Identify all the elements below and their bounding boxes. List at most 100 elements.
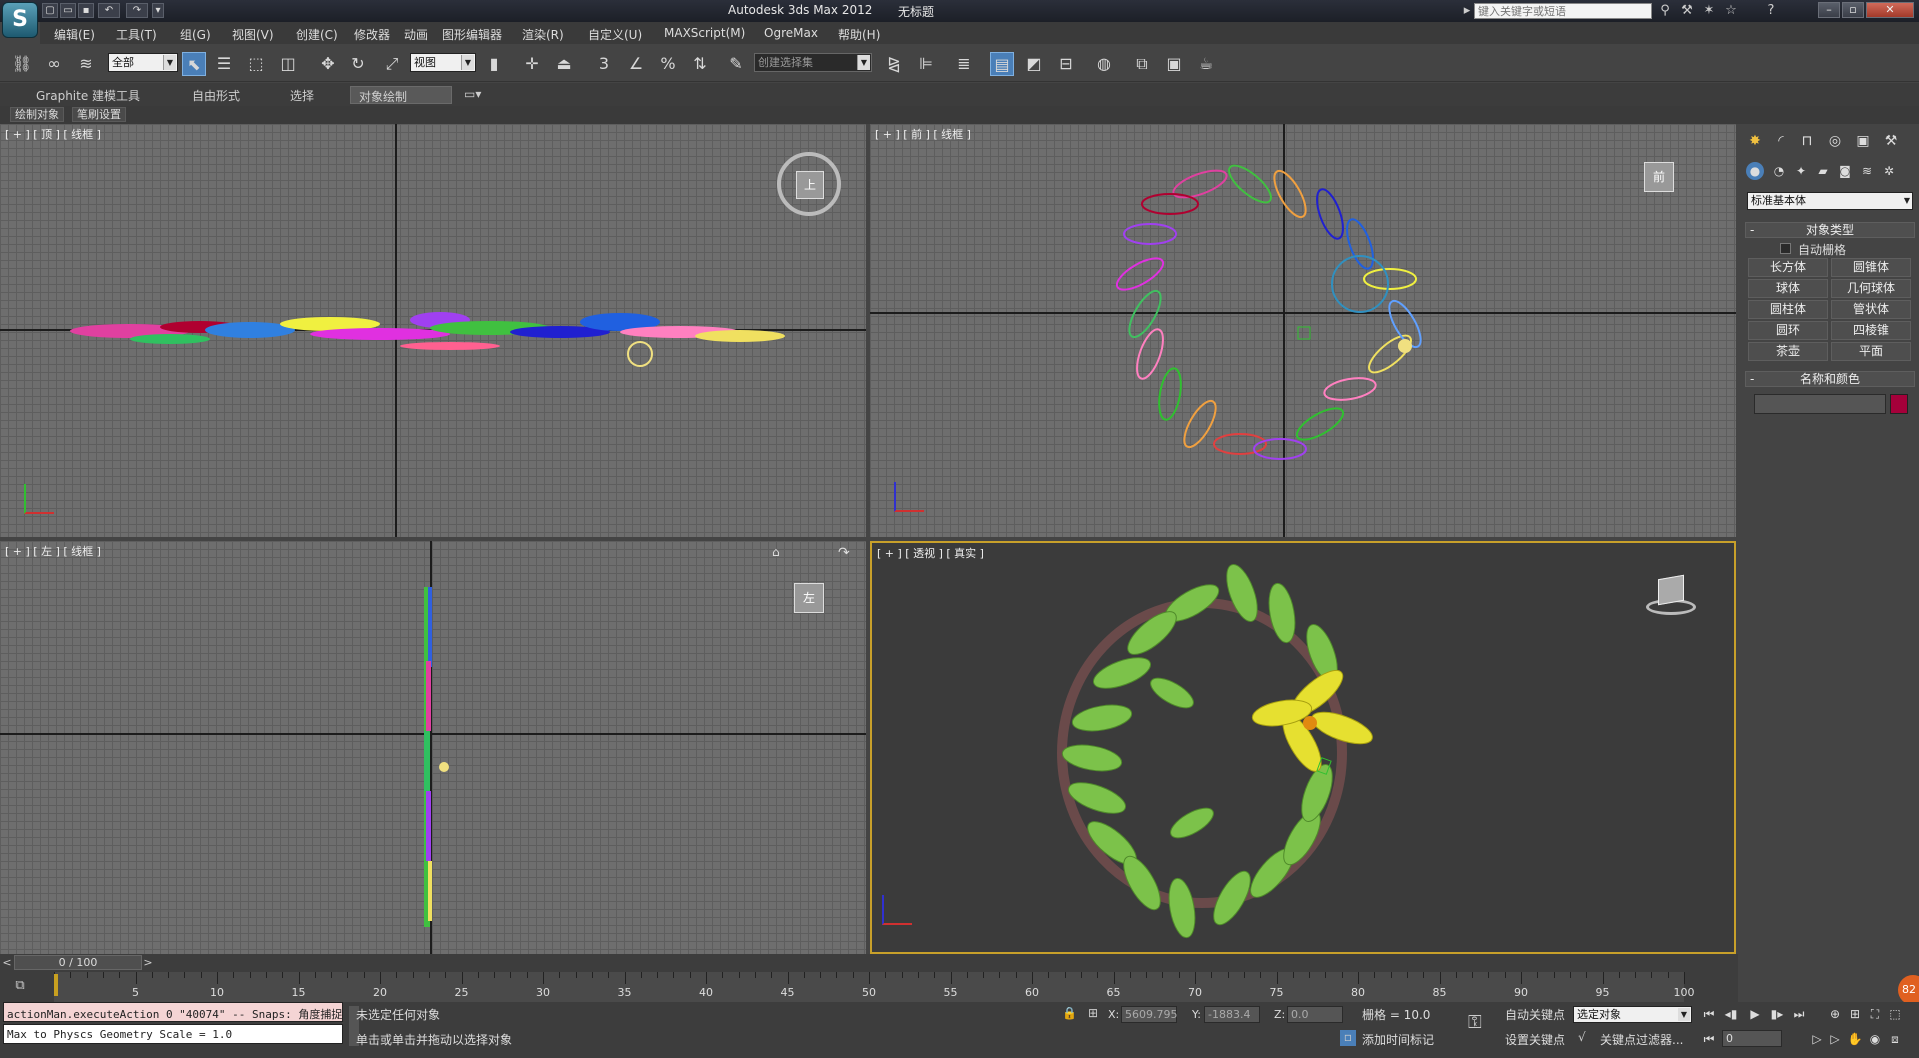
cameras-icon[interactable]: ▰ xyxy=(1814,162,1832,180)
rotate-icon[interactable]: ↻ xyxy=(346,52,370,76)
set-key-button[interactable]: 设置关键点 xyxy=(1505,1031,1565,1048)
time-slider-thumb[interactable]: 0 / 100 xyxy=(14,955,142,970)
space-warps-icon[interactable]: ≋ xyxy=(1858,162,1876,180)
keyboard-shortcut-icon[interactable]: ⏏ xyxy=(552,52,576,76)
save-icon[interactable]: ▪ xyxy=(78,3,94,18)
teapot-button[interactable]: 茶壶 xyxy=(1748,342,1828,361)
time-tag-icon[interactable]: ▫ xyxy=(1340,1030,1356,1046)
track-ruler[interactable]: 5 10 15 20 25 30 35 40 45 50 55 60 65 70 75 80 85 90 95 100 xyxy=(54,972,1695,1002)
hierarchy-tab-icon[interactable]: ⊓ xyxy=(1796,130,1818,152)
snaps-toggle-icon[interactable]: 3 xyxy=(592,52,616,76)
move-icon[interactable]: ✥ xyxy=(316,52,340,76)
redo-icon[interactable]: ↷ xyxy=(126,3,148,18)
menu-tools[interactable]: 工具(T) xyxy=(116,26,157,43)
minimize-button[interactable]: – xyxy=(1818,2,1840,18)
maxscript-listener-output[interactable]: actionMan.executeAction 0 "40074" -- Sna… xyxy=(3,1002,343,1022)
sphere-button[interactable]: 球体 xyxy=(1748,279,1828,298)
mirror-icon[interactable]: ⧎ xyxy=(882,52,906,76)
utilities-tab-icon[interactable]: ⚒ xyxy=(1880,130,1902,152)
render-setup-icon[interactable]: ⧉ xyxy=(1130,52,1154,76)
tube-button[interactable]: 管状体 xyxy=(1831,300,1911,319)
viewport-top[interactable]: [ + ] [ 顶 ] [ 线框 ] 上 xyxy=(0,124,866,537)
menu-help[interactable]: 帮助(H) xyxy=(838,26,880,43)
key-mode-dropdown[interactable]: 选定对象 ▼ xyxy=(1573,1006,1692,1023)
add-time-tag[interactable]: 添加时间标记 xyxy=(1362,1031,1434,1048)
edit-named-selection-icon[interactable]: ✎ xyxy=(724,52,748,76)
lock-icon[interactable]: 🔒 xyxy=(1062,1006,1077,1020)
window-crossing-icon[interactable]: ◫ xyxy=(276,52,300,76)
lights-icon[interactable]: ✦ xyxy=(1792,162,1810,180)
current-frame-field[interactable]: 0 xyxy=(1722,1030,1782,1047)
zoom-icon[interactable]: ⊕ xyxy=(1826,1005,1844,1023)
tab-object-paint[interactable]: 对象绘制 xyxy=(350,86,452,104)
pyramid-button[interactable]: 四棱锥 xyxy=(1831,321,1911,340)
field-of-view-icon[interactable]: ▷ xyxy=(1826,1030,1844,1048)
play-icon[interactable]: ▶ xyxy=(1746,1005,1764,1023)
maximize-viewport-icon[interactable]: ⧈ xyxy=(1886,1030,1904,1048)
plane-button[interactable]: 平面 xyxy=(1831,342,1911,361)
subtab-brush-settings[interactable]: 笔刷设置 xyxy=(72,107,126,122)
pan-icon[interactable]: ✋ xyxy=(1846,1030,1864,1048)
scale-icon[interactable]: ⤢ xyxy=(380,52,404,76)
zoom-extents-all-icon[interactable]: ⬚ xyxy=(1886,1005,1904,1023)
viewport-left[interactable]: [ + ] [ 左 ] [ 线框 ] ⌂ ↷ 左 xyxy=(0,541,866,954)
search-input[interactable] xyxy=(1474,3,1652,19)
unlink-icon[interactable]: ∞ xyxy=(42,52,66,76)
tab-graphite-modeling[interactable]: Graphite 建模工具 xyxy=(28,86,148,104)
subscription-icon[interactable]: ⚒ xyxy=(1678,2,1696,20)
chevron-left-icon[interactable]: < xyxy=(1,955,13,970)
align-icon[interactable]: ⊫ xyxy=(914,52,938,76)
go-to-end-icon[interactable]: ⏭ xyxy=(1790,1005,1808,1023)
create-tab-icon[interactable]: ✸ xyxy=(1744,130,1766,152)
key-mode-toggle-icon[interactable]: ⏮ xyxy=(1700,1030,1718,1048)
object-category-dropdown[interactable]: 标准基本体 ▼ xyxy=(1747,192,1913,210)
absolute-mode-icon[interactable]: ⊞ xyxy=(1088,1006,1098,1020)
maximize-button[interactable]: ▫ xyxy=(1842,2,1864,18)
modify-tab-icon[interactable]: ◜ xyxy=(1770,130,1792,152)
orbit-icon[interactable]: ◉ xyxy=(1866,1030,1884,1048)
notification-badge[interactable]: 82 xyxy=(1898,975,1919,1005)
select-object-icon[interactable]: ⬉ xyxy=(182,52,206,76)
object-color-swatch[interactable] xyxy=(1890,394,1908,414)
cone-button[interactable]: 圆锥体 xyxy=(1831,258,1911,277)
open-folder-icon[interactable]: ▭ xyxy=(60,3,76,18)
torus-button[interactable]: 圆环 xyxy=(1748,321,1828,340)
percent-snap-icon[interactable]: % xyxy=(656,52,680,76)
time-config-icon[interactable]: ▷ xyxy=(1808,1030,1826,1048)
menu-maxscript[interactable]: MAXScript(M) xyxy=(664,26,745,40)
selection-filter-dropdown[interactable]: 全部 ▼ xyxy=(108,53,178,72)
ribbon-options-icon[interactable]: ▭▾ xyxy=(456,86,489,104)
select-manipulate-icon[interactable]: ✛ xyxy=(520,52,544,76)
chevron-right-icon[interactable]: > xyxy=(142,955,154,970)
current-frame-marker[interactable] xyxy=(54,974,58,996)
object-name-input[interactable] xyxy=(1754,394,1886,414)
systems-icon[interactable]: ✲ xyxy=(1880,162,1898,180)
menu-ogremax[interactable]: OgreMax xyxy=(764,26,818,40)
menu-modifiers[interactable]: 修改器 xyxy=(354,26,390,43)
menu-create[interactable]: 创建(C) xyxy=(296,26,338,43)
go-to-start-icon[interactable]: ⏮ xyxy=(1700,1005,1718,1023)
display-tab-icon[interactable]: ▣ xyxy=(1852,130,1874,152)
help-icon[interactable]: ? xyxy=(1762,2,1780,20)
layer-manager-icon[interactable]: ≣ xyxy=(952,52,976,76)
mini-curve-editor-icon[interactable]: ⧉ xyxy=(10,978,30,996)
x-coordinate-field[interactable]: 5609.795 xyxy=(1121,1006,1178,1023)
menu-rendering[interactable]: 渲染(R) xyxy=(522,26,564,43)
previous-frame-icon[interactable]: ◂▮ xyxy=(1722,1005,1740,1023)
new-file-icon[interactable]: ▢ xyxy=(42,3,58,18)
set-key-icon[interactable]: ⚿ xyxy=(1468,1012,1482,1033)
key-filters-button[interactable]: 关键点过滤器... xyxy=(1600,1031,1683,1048)
schematic-view-icon[interactable]: ⊟ xyxy=(1054,52,1078,76)
select-by-name-icon[interactable]: ☰ xyxy=(212,52,236,76)
rollout-name-color[interactable]: - 名称和颜色 xyxy=(1745,371,1915,387)
tab-selection[interactable]: 选择 xyxy=(282,86,322,104)
track-bar[interactable]: ⧉ 5 10 15 20 25 30 35 40 45 50 55 60 65 70 75 80 85 90 95 1… xyxy=(0,972,1738,1002)
menu-edit[interactable]: 编辑(E) xyxy=(54,26,95,43)
tab-freeform[interactable]: 自由形式 xyxy=(184,86,248,104)
geometry-icon[interactable]: ● xyxy=(1746,162,1764,180)
rollout-object-type[interactable]: - 对象类型 xyxy=(1745,222,1915,238)
close-button[interactable]: ✕ xyxy=(1866,2,1914,18)
menu-views[interactable]: 视图(V) xyxy=(232,26,274,43)
zoom-all-icon[interactable]: ⊞ xyxy=(1846,1005,1864,1023)
menu-group[interactable]: 组(G) xyxy=(180,26,211,43)
